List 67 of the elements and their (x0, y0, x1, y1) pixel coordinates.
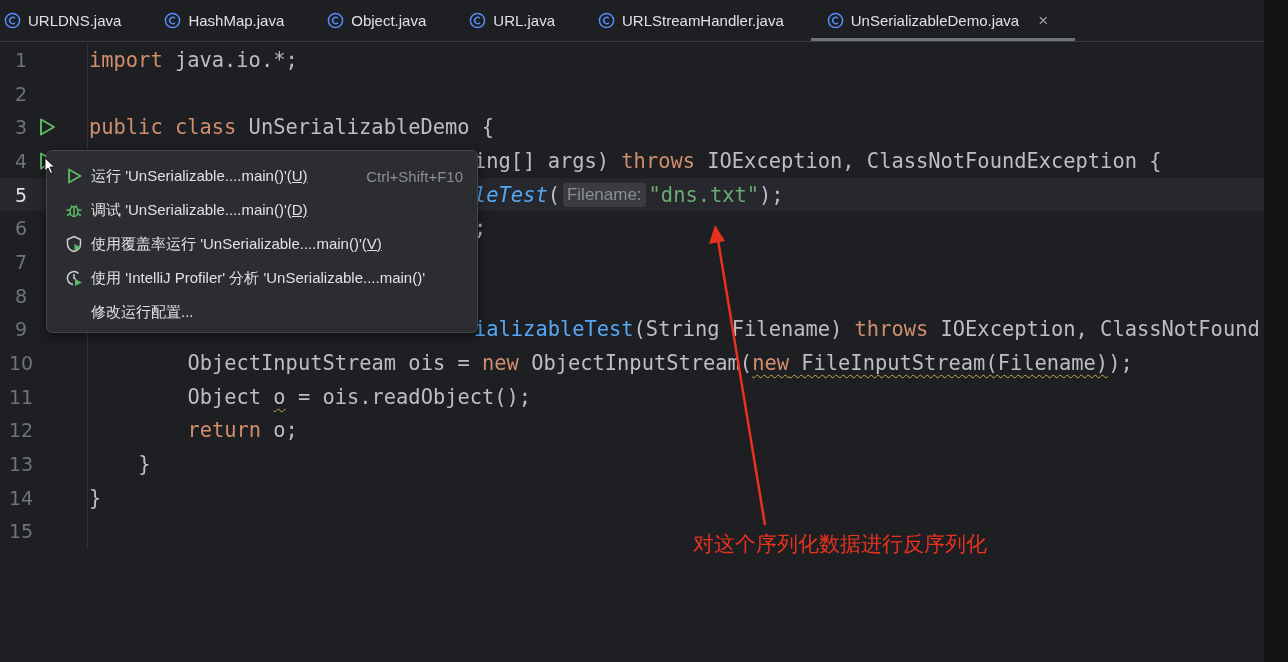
mouse-pointer-icon (44, 157, 56, 175)
class-icon (826, 12, 844, 29)
line-number: 5 (13, 183, 29, 206)
class-icon (598, 12, 615, 29)
code-token: } (138, 452, 151, 477)
code-token: throws (621, 148, 695, 173)
menu-item[interactable]: 使用 'IntelliJ Profiler' 分析 'UnSerializable....main()' (47, 261, 477, 295)
code-token: ( (547, 182, 560, 207)
line-number: 13 (7, 453, 35, 476)
code-token: public class (89, 115, 237, 140)
line-number: 14 (7, 486, 35, 509)
code-token: IOException, ClassNotFound (939, 317, 1260, 342)
line-number: 8 (13, 284, 29, 307)
line-number: 1 (13, 48, 29, 71)
code-token: FileInputStream(Filename) (800, 351, 1109, 376)
code-token: o (273, 384, 286, 409)
class-icon (4, 12, 21, 29)
parameter-hint: Filename: (562, 182, 646, 207)
clock-run-icon (65, 269, 83, 287)
code-token: } (89, 485, 102, 510)
code-token: new (482, 351, 519, 376)
class-icon (164, 12, 182, 29)
menu-item[interactable]: 修改运行配置... (47, 295, 477, 329)
file-tab[interactable]: URLStreamHandler.java (582, 0, 811, 41)
line-number: 10 (7, 352, 35, 375)
shortcut-label: Ctrl+Shift+F10 (366, 167, 463, 185)
file-tab[interactable]: URLDNS.java (0, 0, 149, 41)
file-tab[interactable]: URL.java (453, 0, 582, 41)
class-icon (327, 12, 345, 29)
run-icon (65, 167, 83, 185)
code-token: ObjectInputStream ois = (187, 351, 471, 376)
line-number: 6 (13, 217, 29, 240)
code-token: new (752, 351, 789, 376)
annotation-text: 对这个序列化数据进行反序列化 (693, 531, 987, 557)
code-token: throws (854, 317, 929, 342)
code-token: IOException, ClassNotFoundException { (706, 148, 1162, 173)
menu-item[interactable]: 调试 'UnSerializable....main()'(D) (47, 193, 477, 227)
code-token: (String Filename) (633, 317, 844, 342)
line-number: 11 (7, 385, 35, 408)
run-icon[interactable] (37, 117, 57, 138)
line-number: 9 (13, 318, 29, 341)
code-token: = ois.readObject(); (296, 384, 532, 409)
code-token: import (89, 47, 163, 72)
line-number: 4 (13, 149, 29, 172)
shield-run-icon (65, 235, 83, 253)
code-token: Object (187, 384, 263, 409)
code-token: ); (759, 182, 784, 207)
code-token: "dns.txt" (648, 182, 760, 207)
code-token: UnSerializableDemo { (247, 115, 495, 140)
line-number: 2 (13, 82, 29, 105)
line-number: 3 (13, 116, 29, 139)
file-tab[interactable]: Object.java (311, 0, 454, 41)
line-number: 15 (7, 520, 35, 543)
line-number: 7 (13, 250, 29, 273)
code-token: ializableTest (474, 317, 634, 342)
code-token: o; (272, 418, 298, 443)
file-tab[interactable]: HashMap.java (148, 0, 312, 41)
menu-item[interactable]: 使用覆盖率运行 'UnSerializable....main()'(V) (47, 227, 477, 261)
line-number: 12 (7, 419, 35, 442)
class-icon (469, 12, 487, 29)
code-token: ing[] args) (474, 148, 611, 173)
code-token: return (187, 418, 262, 443)
code-token: leTest (474, 182, 548, 207)
code-token: ); (1108, 351, 1133, 376)
close-icon[interactable]: × (1038, 10, 1049, 31)
code-token: java.io.*; (173, 47, 298, 72)
code-token: ; (474, 216, 487, 241)
